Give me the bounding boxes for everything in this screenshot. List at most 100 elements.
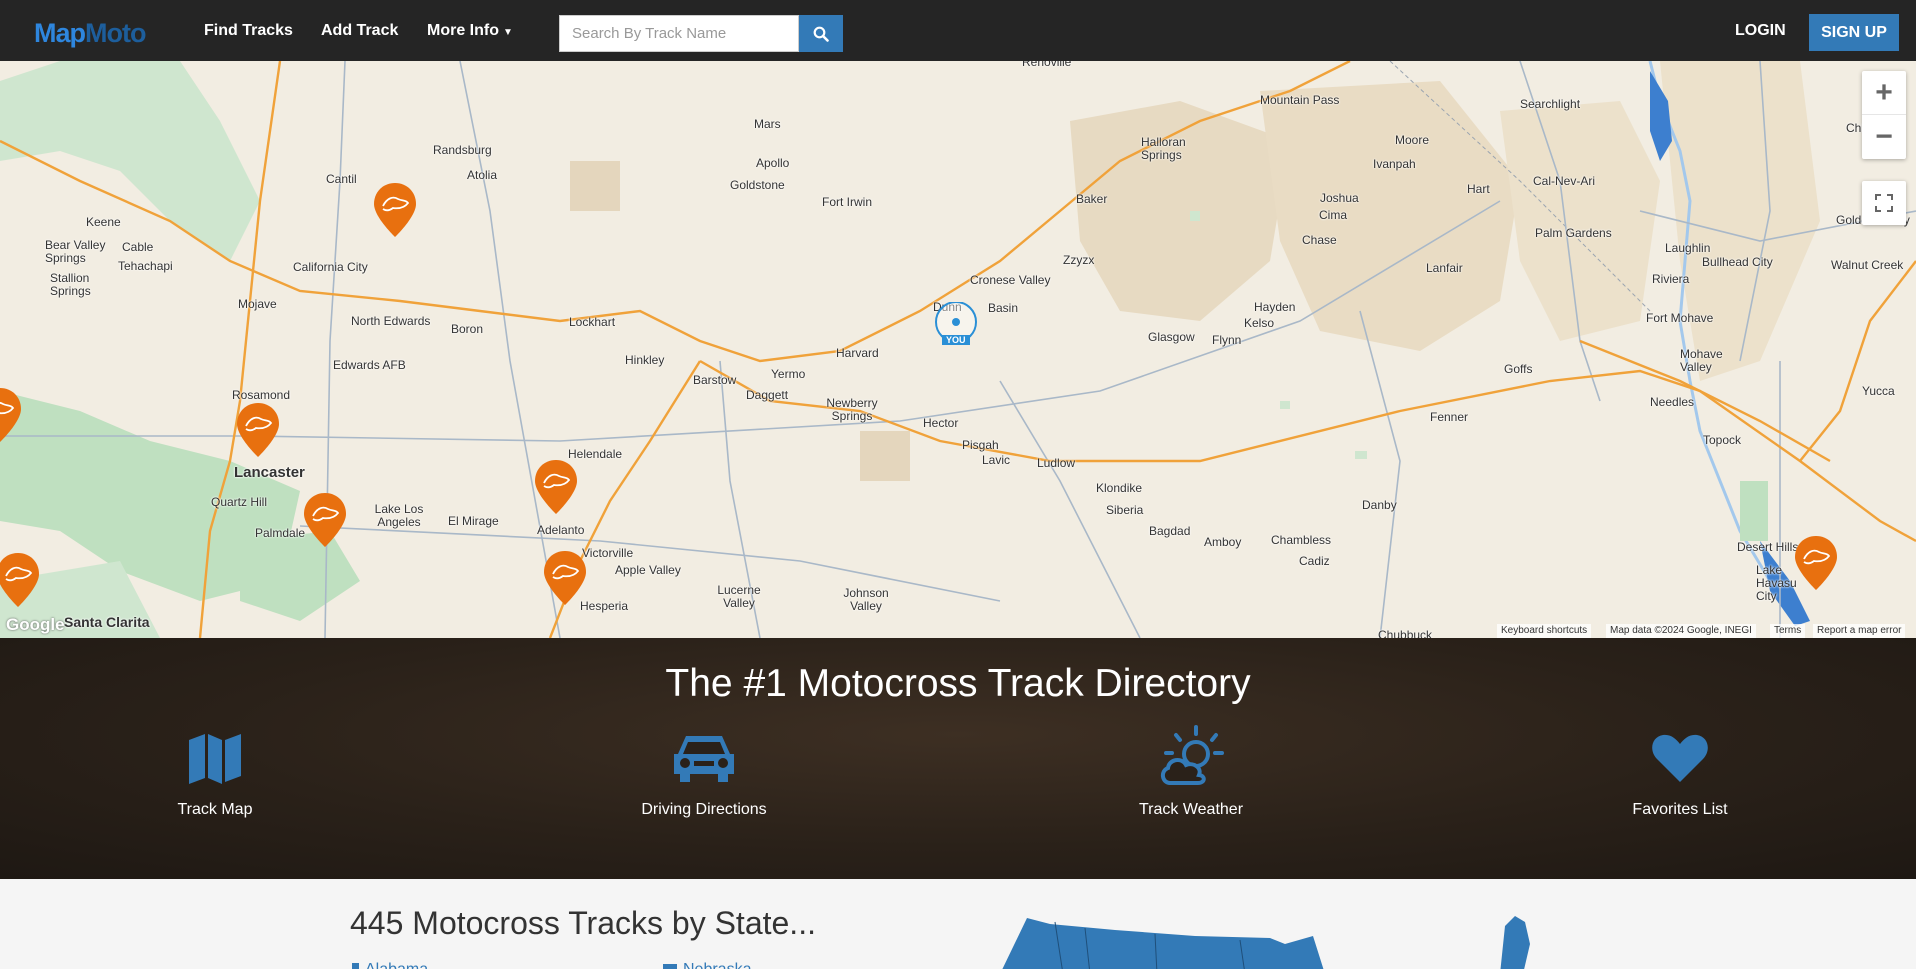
feature-track-map[interactable]: Track Map (115, 723, 315, 819)
track-marker-icon[interactable] (1792, 534, 1840, 592)
feature-driving-directions[interactable]: Driving Directions (604, 723, 804, 819)
place-label: Bear Valley Springs (45, 238, 106, 265)
place-label: Hayden (1254, 300, 1296, 314)
map-data-attribution: Map data ©2024 Google, INEGI (1606, 624, 1756, 638)
place-label: Klondike (1096, 481, 1143, 495)
map-marker-icon (663, 964, 677, 969)
car-icon (674, 736, 734, 782)
place-label: North Edwards (351, 314, 431, 328)
place-label: Mountain Pass (1260, 93, 1340, 107)
nav-add-track[interactable]: Add Track (321, 22, 398, 40)
place-label: Yermo (771, 367, 806, 381)
hero-section: The #1 Motocross Track Directory Track M… (0, 638, 1916, 879)
google-logo: Google (6, 615, 65, 634)
heart-icon (1652, 734, 1708, 782)
place-label: Walnut Creek (1831, 258, 1904, 272)
state-link-alabama[interactable]: Alabama (352, 961, 428, 969)
place-label: Mojave (238, 297, 277, 311)
search-input[interactable] (559, 15, 799, 52)
place-label: Moore (1395, 133, 1430, 147)
place-label: Apollo (756, 156, 790, 170)
nav-more-info[interactable]: More Info ▼ (427, 22, 513, 40)
place-label: Stallion Springs (50, 271, 91, 298)
zoom-out-button[interactable]: − (1862, 115, 1906, 159)
place-label: Ludlow (1037, 456, 1076, 470)
navbar: MapMoto Find Tracks Add Track More Info ▼… (0, 0, 1916, 61)
place-label: Bagdad (1149, 524, 1191, 538)
place-label: Halloran Springs (1141, 135, 1186, 162)
place-label: Keene (86, 215, 121, 229)
place-label: Fenner (1430, 410, 1469, 424)
place-label: Hart (1467, 182, 1490, 196)
track-map[interactable]: Renoville Mountain Pass Searchlight Chlo… (0, 61, 1916, 638)
nav-find-tracks[interactable]: Find Tracks (204, 22, 293, 40)
place-label: Chubbuck (1378, 628, 1433, 638)
tracks-by-state-section: 445 Motocross Tracks by State... Alabama… (0, 879, 1916, 969)
place-label: Amboy (1204, 535, 1242, 549)
fullscreen-icon (1875, 194, 1893, 212)
you-label: YOU (942, 335, 970, 345)
place-label: Renoville (1022, 61, 1072, 69)
signup-button[interactable]: SIGN UP (1809, 14, 1899, 51)
place-label: Newberry Springs (826, 396, 878, 423)
place-label: Lake Los Angeles (374, 502, 424, 529)
place-label: Johnson Valley (843, 586, 889, 613)
search-button[interactable] (799, 15, 843, 52)
map-base (0, 61, 1916, 638)
place-label: Flynn (1212, 333, 1242, 347)
place-label: Apple Valley (615, 563, 681, 577)
you-location-marker[interactable]: YOU (934, 301, 978, 346)
place-label: Lancaster (234, 464, 305, 481)
fullscreen-button[interactable] (1862, 181, 1906, 225)
plus-icon: + (1875, 75, 1893, 109)
track-marker-icon[interactable] (301, 491, 349, 549)
state-link-nebraska[interactable]: Nebraska (663, 961, 751, 969)
zoom-controls: + − (1862, 71, 1906, 159)
track-marker-icon[interactable] (371, 181, 419, 239)
place-label: Barstow (693, 373, 737, 387)
track-marker-icon[interactable] (541, 549, 589, 607)
keyboard-shortcuts-link[interactable]: Keyboard shortcuts (1497, 624, 1592, 638)
place-label: Topock (1703, 433, 1742, 447)
place-label: Palmdale (255, 526, 306, 540)
us-states-map[interactable] (995, 914, 1555, 969)
place-label: Adelanto (537, 523, 585, 537)
place-label: Laughlin (1665, 241, 1711, 255)
map-marker-icon (352, 963, 359, 969)
terms-link[interactable]: Terms (1770, 624, 1806, 638)
mapmoto-logo[interactable]: MapMoto (34, 18, 146, 49)
place-label: Victorville (582, 546, 634, 560)
place-label: Joshua (1320, 191, 1359, 205)
feature-favorites-list[interactable]: Favorites List (1580, 723, 1780, 819)
place-label: Lavic (982, 453, 1011, 467)
track-marker-icon[interactable] (0, 551, 42, 609)
place-label: Yucca (1862, 384, 1895, 398)
feature-label: Driving Directions (641, 801, 767, 818)
track-marker-icon[interactable] (0, 386, 24, 444)
report-map-error-link[interactable]: Report a map error (1813, 624, 1906, 638)
place-label: Fort Mohave (1646, 311, 1714, 325)
map-icon (189, 734, 241, 784)
nav-more-info-label: More Info (427, 22, 499, 39)
place-label: Chambless (1271, 533, 1332, 547)
place-label: Desert Hills (1737, 540, 1799, 554)
place-label: El Mirage (448, 514, 499, 528)
place-label: Baker (1076, 192, 1108, 206)
track-marker-icon[interactable] (234, 401, 282, 459)
track-marker-icon[interactable] (532, 458, 580, 516)
login-link[interactable]: LOGIN (1735, 22, 1786, 40)
place-label: Harvard (836, 346, 879, 360)
feature-label: Track Weather (1138, 801, 1244, 818)
place-label: Kelso (1244, 316, 1275, 330)
place-label: Daggett (746, 388, 789, 402)
place-label: Zzyzx (1063, 253, 1095, 267)
zoom-in-button[interactable]: + (1862, 71, 1906, 115)
place-label: Fort Irwin (822, 195, 873, 209)
feature-track-weather[interactable]: Track Weather (1091, 723, 1291, 819)
place-label: Cal-Nev-Ari (1533, 174, 1596, 188)
place-label: Searchlight (1520, 97, 1581, 111)
tracks-by-state-title: 445 Motocross Tracks by State... (350, 905, 816, 941)
place-label: Mars (754, 117, 781, 131)
place-label: Boron (451, 322, 484, 336)
hero-title: The #1 Motocross Track Directory (665, 662, 1251, 705)
